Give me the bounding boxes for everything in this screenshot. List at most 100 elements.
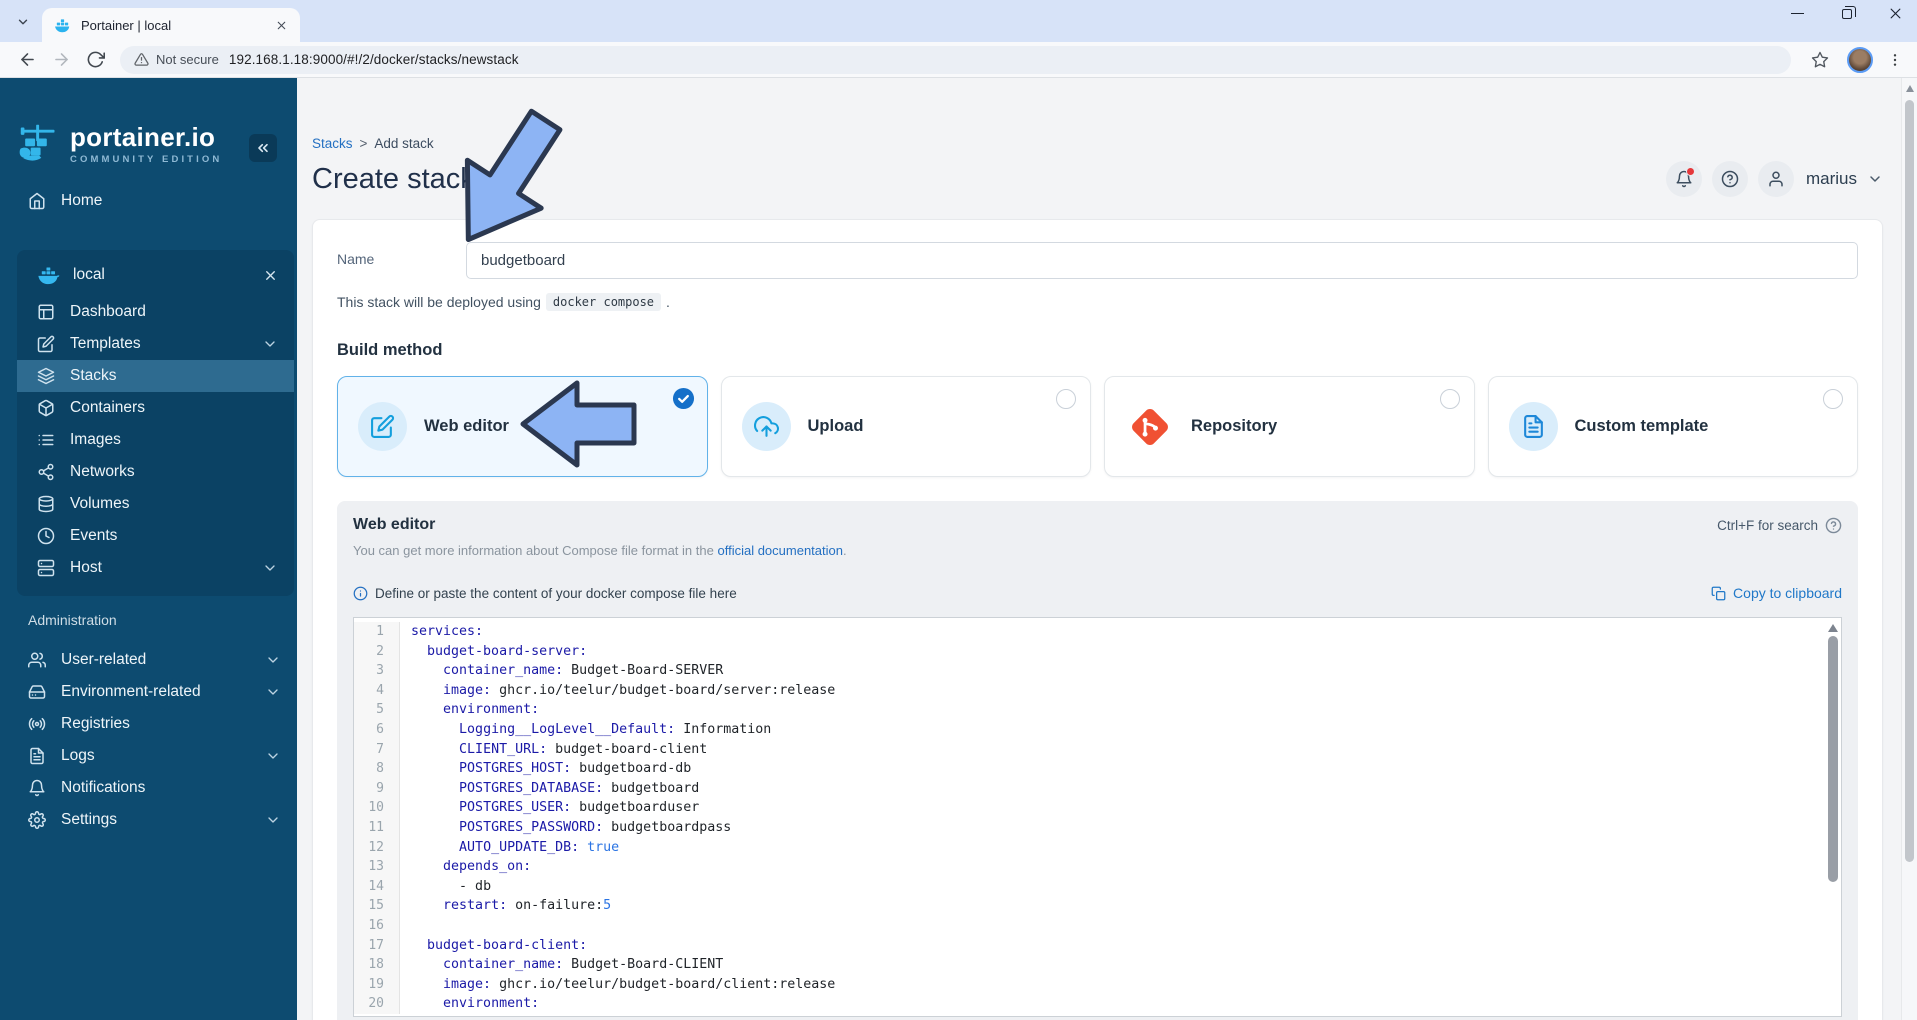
line-number: 8 bbox=[354, 759, 400, 779]
build-method-upload[interactable]: Upload bbox=[720, 376, 1091, 477]
sidebar-item-images[interactable]: Images bbox=[17, 424, 294, 456]
sidebar-item-stacks[interactable]: Stacks bbox=[17, 360, 294, 392]
search-help-icon[interactable] bbox=[1825, 517, 1842, 534]
forward-icon[interactable] bbox=[44, 45, 78, 75]
browser-menu-icon[interactable] bbox=[1883, 45, 1907, 75]
layers-icon bbox=[37, 367, 55, 385]
build-method-repository[interactable]: Repository bbox=[1104, 376, 1475, 477]
sidebar-item-environment-related[interactable]: Environment-related bbox=[0, 676, 297, 708]
compose-code-editor[interactable]: 1 services: 2 budget-board-server: 3 contai… bbox=[353, 617, 1842, 1017]
tab-title: Portainer | local bbox=[81, 17, 172, 33]
code-text: budget-board-client: bbox=[427, 937, 588, 953]
code-line: 11 POSTGRES_PASSWORD: budgetboardpass bbox=[354, 817, 1841, 838]
sidebar-item-label: Settings bbox=[61, 811, 118, 828]
line-number: 2 bbox=[354, 641, 400, 662]
info-icon bbox=[353, 586, 368, 601]
line-number: 10 bbox=[354, 798, 400, 818]
build-method-custom-template[interactable]: Custom template bbox=[1487, 376, 1858, 477]
sidebar-item-volumes[interactable]: Volumes bbox=[17, 488, 294, 520]
sidebar-item-dashboard[interactable]: Dashboard bbox=[17, 296, 294, 328]
settings-icon bbox=[28, 811, 46, 829]
line-number: 19 bbox=[354, 974, 400, 995]
sidebar-item-host[interactable]: Host bbox=[17, 552, 294, 584]
radio-unselected[interactable] bbox=[1823, 389, 1843, 409]
code-line: 19 image: ghcr.io/teelur/budget-board/cl… bbox=[354, 974, 1841, 995]
code-text: AUTO_UPDATE_DB: true bbox=[459, 839, 620, 855]
code-line: 8 POSTGRES_HOST: budgetboard-db bbox=[354, 759, 1841, 779]
copy-to-clipboard-button[interactable]: Copy to clipboard bbox=[1711, 585, 1842, 601]
radio-unselected[interactable] bbox=[1439, 389, 1460, 409]
tab-search-button[interactable] bbox=[10, 9, 36, 35]
sidebar-item-registries[interactable]: Registries bbox=[0, 708, 297, 740]
window-scrollbar[interactable] bbox=[1901, 78, 1917, 1020]
address-bar[interactable]: Not secure 192.168.1.18:9000/#!/2/docker… bbox=[120, 45, 1791, 74]
sidebar-item-networks[interactable]: Networks bbox=[17, 456, 294, 488]
editor-scrollbar-thumb[interactable] bbox=[1828, 636, 1838, 882]
environment-header[interactable]: local bbox=[17, 254, 294, 296]
sidebar-item-templates[interactable]: Templates bbox=[17, 328, 294, 360]
sidebar-admin-items: User-related Environment-related Registrie… bbox=[0, 644, 297, 836]
sidebar-item-label: User-related bbox=[61, 651, 147, 668]
sidebar-item-containers[interactable]: Containers bbox=[17, 392, 294, 424]
sidebar-item-events[interactable]: Events bbox=[17, 520, 294, 552]
portainer-logo-icon bbox=[16, 122, 60, 168]
window-scrollbar-thumb[interactable] bbox=[1905, 100, 1914, 862]
stack-name-input[interactable] bbox=[466, 242, 1858, 279]
code-line: 18 container_name: Budget-Board-CLIENT bbox=[354, 955, 1841, 975]
radio-unselected[interactable] bbox=[1056, 389, 1076, 409]
main-content: Stacks > Add stack Create stack marius N… bbox=[297, 78, 1917, 1020]
help-button[interactable] bbox=[1711, 161, 1748, 197]
line-number: 14 bbox=[354, 876, 400, 897]
sidebar-item-label: Events bbox=[70, 527, 118, 544]
official-documentation-link[interactable]: official documentation bbox=[717, 543, 843, 558]
code-text: environment: bbox=[443, 702, 540, 718]
line-number: 6 bbox=[354, 719, 400, 740]
browser-toolbar: Not secure 192.168.1.18:9000/#!/2/docker… bbox=[0, 42, 1917, 78]
sidebar-item-notifications[interactable]: Notifications bbox=[0, 772, 297, 804]
bookmark-star-icon[interactable] bbox=[1803, 45, 1837, 75]
line-number: 16 bbox=[354, 915, 400, 936]
window-restore-button[interactable] bbox=[1839, 5, 1856, 21]
environment-section: local Dashboard Templates Stacks Containers… bbox=[17, 250, 294, 596]
browser-tab[interactable]: Portainer | local bbox=[42, 8, 300, 42]
breadcrumb-stacks-link[interactable]: Stacks bbox=[312, 136, 353, 151]
reload-icon[interactable] bbox=[78, 45, 112, 75]
upload-cloud-icon bbox=[741, 402, 791, 451]
sidebar-item-logs[interactable]: Logs bbox=[0, 740, 297, 772]
notifications-bell-button[interactable] bbox=[1665, 161, 1702, 197]
build-method-web-editor[interactable]: Web editor bbox=[337, 376, 708, 477]
tab-close-icon[interactable] bbox=[273, 17, 290, 34]
sidebar-item-label: Registries bbox=[61, 715, 130, 732]
user-avatar-icon[interactable] bbox=[1757, 161, 1794, 197]
refresh-page-icon[interactable] bbox=[487, 170, 507, 189]
environment-close-icon[interactable] bbox=[263, 268, 278, 283]
code-line: 2 budget-board-server: bbox=[354, 641, 1841, 662]
line-number: 11 bbox=[354, 817, 400, 838]
sidebar-item-settings[interactable]: Settings bbox=[0, 804, 297, 836]
sidebar-item-label: Volumes bbox=[70, 495, 130, 512]
window-close-button[interactable] bbox=[1888, 6, 1903, 21]
editor-scrollbar-up-icon[interactable] bbox=[1828, 624, 1838, 632]
sidebar-collapse-button[interactable] bbox=[249, 134, 277, 162]
edit-icon bbox=[358, 402, 407, 451]
create-stack-card: Name This stack will be deployed using d… bbox=[312, 219, 1883, 1020]
code-line: 20 environment: bbox=[354, 994, 1841, 1014]
window-minimize-button[interactable] bbox=[1790, 6, 1805, 21]
sidebar-item-home[interactable]: Home bbox=[0, 184, 297, 218]
url-text: 192.168.1.18:9000/#!/2/docker/stacks/new… bbox=[228, 52, 519, 67]
user-menu-chevron-icon[interactable] bbox=[1867, 171, 1883, 187]
editor-scrollbar[interactable] bbox=[1828, 624, 1838, 882]
web-editor-heading: Web editor bbox=[353, 516, 436, 533]
line-number: 18 bbox=[354, 955, 400, 975]
chevron-down-icon bbox=[262, 560, 278, 576]
compose-info-text: You can get more information about Compo… bbox=[353, 543, 847, 558]
sidebar-item-user-related[interactable]: User-related bbox=[0, 644, 297, 676]
window-scrollbar-up-icon[interactable] bbox=[1905, 85, 1914, 92]
code-line: 4 image: ghcr.io/teelur/budget-board/ser… bbox=[354, 680, 1841, 701]
list-icon bbox=[37, 431, 55, 449]
hard-drive-icon bbox=[28, 683, 46, 701]
user-menu[interactable]: marius bbox=[1806, 169, 1857, 189]
browser-profile-avatar[interactable] bbox=[1847, 46, 1873, 73]
back-icon[interactable] bbox=[10, 45, 44, 75]
code-text: container_name: Budget-Board-CLIENT bbox=[443, 957, 724, 973]
